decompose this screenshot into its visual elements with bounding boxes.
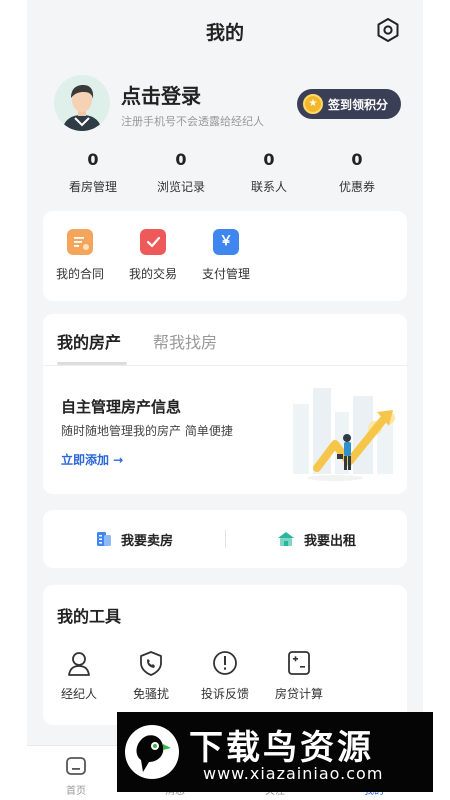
nav-label: 首页 (66, 786, 86, 797)
quick-item-label: 我的合同 (55, 267, 104, 281)
watermark-url: www.xiazainiao.com (203, 764, 384, 783)
sell-rent-card: 我要卖房 我要出租 (43, 510, 407, 568)
stat-label: 浏览记录 (156, 180, 205, 194)
login-subtitle: 注册手机号不会透露给经纪人 (121, 115, 264, 128)
agent-icon (68, 652, 90, 676)
tool-mortgage-calculator[interactable]: 房贷计算 (267, 649, 331, 702)
calculator-icon (288, 651, 310, 675)
avatar[interactable] (54, 75, 110, 131)
coin-icon: ★ (303, 94, 323, 114)
stat-label: 看房管理 (68, 180, 117, 194)
profile-section: 点击登录 注册手机号不会透露给经纪人 ★ 签到领积分 (27, 70, 423, 140)
tool-no-disturb[interactable]: 免骚扰 (119, 649, 183, 702)
stat-value: 0 (87, 150, 99, 169)
rent-out-button[interactable]: 我要出租 (225, 510, 407, 568)
sell-house-button[interactable]: 我要卖房 (43, 510, 225, 568)
property-title: 自主管理房产信息 (61, 398, 182, 416)
tab-my-property[interactable]: 我的房产 (57, 329, 121, 353)
checkin-label: 签到领积分 (328, 98, 389, 112)
property-card: 我的房产 帮我找房 自主管理房产信息 随时随地管理我的房产 简单便捷 立即添加 … (43, 314, 407, 494)
rent-out-icon (277, 532, 294, 546)
tools-card: 我的工具 经纪人 免骚扰 投诉反馈 房贷计算 (43, 585, 407, 725)
sell-house-icon (96, 532, 111, 546)
stats-row: 0 看房管理 0 浏览记录 0 联系人 0 优惠券 (49, 150, 401, 200)
trade-icon (140, 229, 166, 255)
user-avatar-icon (54, 75, 110, 131)
property-tabs: 我的房产 帮我找房 (43, 314, 407, 366)
payment-icon: ￥ (213, 229, 239, 255)
tools-title: 我的工具 (57, 607, 122, 626)
bird-logo-icon (125, 725, 179, 779)
stat-value: 0 (263, 150, 275, 169)
home-icon (66, 757, 86, 775)
stat-label: 联系人 (250, 180, 287, 194)
tool-feedback[interactable]: 投诉反馈 (193, 649, 257, 702)
sell-house-label: 我要卖房 (120, 533, 173, 549)
page-title: 我的 (205, 22, 244, 44)
tool-agent[interactable]: 经纪人 (47, 649, 111, 702)
stat-value: 0 (175, 150, 187, 169)
watermark-banner: 下载鸟资源 www.xiazainiao.com (117, 712, 433, 792)
stat-viewing[interactable]: 0 看房管理 (49, 150, 137, 200)
tool-label: 免骚扰 (132, 687, 169, 701)
watermark-title: 下载鸟资源 (189, 728, 374, 768)
quick-item-contract[interactable]: 我的合同 (50, 229, 110, 282)
phone-screen: 我的 点击登录 注册手机号不会透露给经纪人 ★ 签到领积分 0 看房管理 0 浏… (27, 0, 423, 800)
stat-coupons[interactable]: 0 优惠券 (313, 150, 401, 200)
stat-contacts[interactable]: 0 联系人 (225, 150, 313, 200)
quick-actions-card: 我的合同 我的交易 ￥ 支付管理 (43, 211, 407, 301)
login-title[interactable]: 点击登录 (121, 80, 201, 109)
stat-value: 0 (351, 150, 363, 169)
tool-label: 房贷计算 (274, 687, 323, 701)
quick-item-label: 我的交易 (128, 267, 177, 281)
checkin-button[interactable]: ★ 签到领积分 (297, 89, 401, 119)
quick-item-payment[interactable]: ￥ 支付管理 (196, 229, 256, 282)
quick-item-trade[interactable]: 我的交易 (123, 229, 183, 282)
settings-icon[interactable] (375, 17, 401, 43)
stat-label: 优惠券 (338, 180, 375, 194)
tool-label: 经纪人 (60, 687, 97, 701)
rent-out-label: 我要出租 (303, 533, 356, 549)
contract-icon (67, 229, 93, 255)
tab-find-house[interactable]: 帮我找房 (153, 329, 217, 353)
property-description: 随时随地管理我的房产 简单便捷 (61, 424, 233, 438)
stat-history[interactable]: 0 浏览记录 (137, 150, 225, 200)
no-disturb-icon (140, 651, 162, 676)
quick-item-label: 支付管理 (201, 267, 250, 281)
nav-home[interactable]: 首页 (46, 756, 106, 797)
add-property-link[interactable]: 立即添加 → (61, 451, 123, 468)
feedback-icon (213, 651, 237, 675)
growth-illustration (293, 388, 395, 481)
top-bar: 我的 (27, 0, 423, 60)
active-tab-indicator (57, 362, 127, 365)
tool-label: 投诉反馈 (200, 687, 249, 701)
